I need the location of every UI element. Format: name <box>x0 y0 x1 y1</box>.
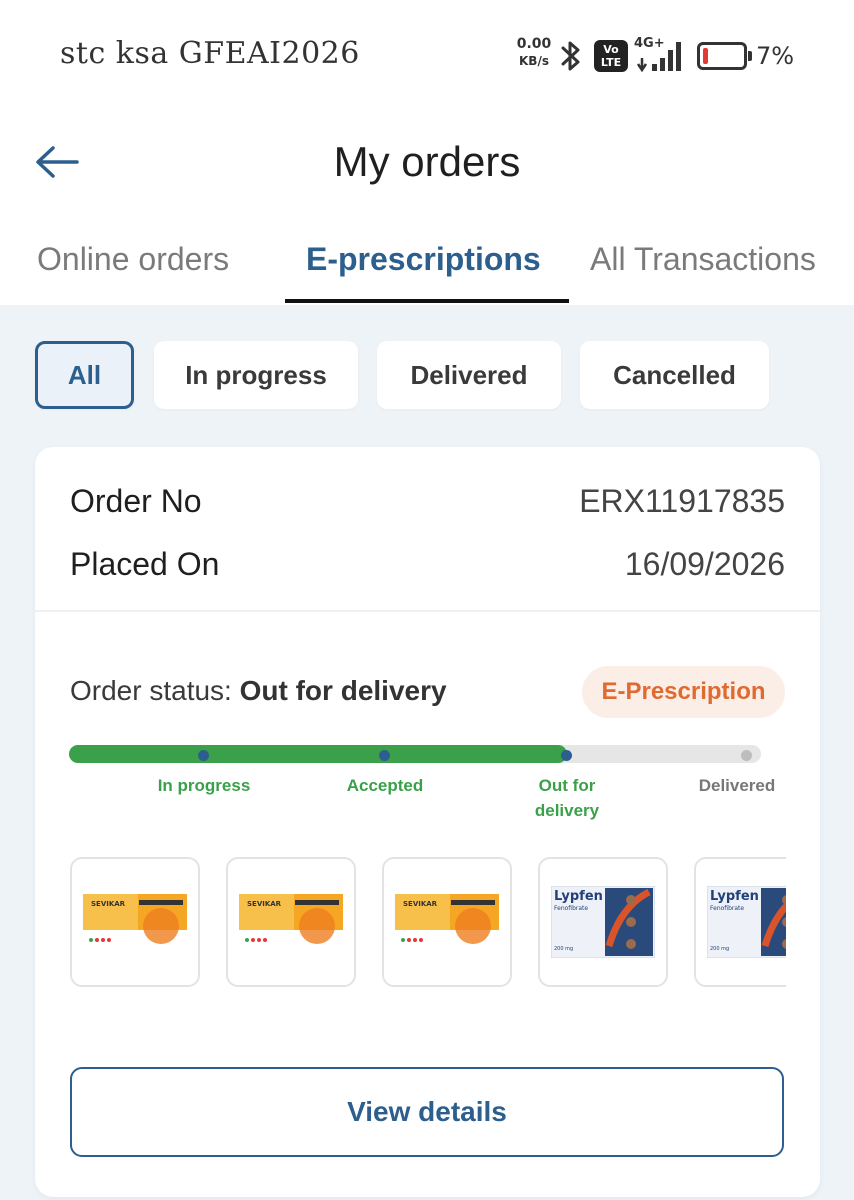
page-title: My orders <box>333 138 521 185</box>
step-label-accepted: Accepted <box>346 776 424 795</box>
svg-text:Fenofibrate: Fenofibrate <box>710 905 744 912</box>
volte-icon: Vo LTE <box>594 40 628 72</box>
view-details-button[interactable]: View details <box>70 1067 784 1157</box>
active-tab-indicator <box>285 299 569 303</box>
order-card: Order No ERX11917835 Placed On 16/09/202… <box>35 447 820 1197</box>
progress-dot-delivered <box>741 750 752 761</box>
product-thumbnail[interactable]: Lypfen Fenofibrate 200 mg <box>538 857 668 987</box>
svg-text:SEVIKAR: SEVIKAR <box>247 900 282 908</box>
product-thumbnail[interactable]: SEVIKAR <box>70 857 200 987</box>
status-bar: stc ksa GFEAI2026 0.00 KB/s Vo LTE 4G+ 7… <box>0 0 854 106</box>
progress-dot-accepted <box>379 750 390 761</box>
order-no-label: Order No <box>70 483 202 519</box>
svg-text:200 mg: 200 mg <box>554 946 573 952</box>
filter-delivered[interactable]: Delivered <box>377 341 561 409</box>
battery-percent: 7% <box>756 42 795 70</box>
carrier-name: stc ksa GFEAI2026 <box>60 36 360 71</box>
network-speed-unit: KB/s <box>519 54 549 68</box>
lypfen-box-image: Lypfen Fenofibrate 200 mg <box>551 886 655 958</box>
e-prescription-badge: E-Prescription <box>582 666 785 718</box>
svg-text:Fenofibrate: Fenofibrate <box>554 905 588 912</box>
filter-all[interactable]: All <box>35 341 134 409</box>
svg-text:200 mg: 200 mg <box>710 946 729 952</box>
step-label-delivered: Delivered <box>698 776 776 795</box>
sevikar-box-image: SEVIKAR <box>83 894 187 950</box>
svg-text:Lypfen: Lypfen <box>554 889 603 904</box>
product-thumbnail[interactable]: Lypfen Fenofibrate 200 mg <box>694 857 786 987</box>
network-speed-value: 0.00 <box>516 36 552 52</box>
tab-all-transactions[interactable]: All Transactions <box>590 241 816 278</box>
product-thumbnail[interactable]: SEVIKAR <box>382 857 512 987</box>
placed-on-value: 16/09/2026 <box>624 546 785 582</box>
orders-content: All In progress Delivered Cancelled Orde… <box>0 305 854 1200</box>
battery-level-fill <box>703 48 708 64</box>
volte-bottom-text: LTE <box>600 56 622 69</box>
step-label-out-for-delivery: Out for delivery <box>534 776 600 820</box>
svg-text:SEVIKAR: SEVIKAR <box>91 900 126 908</box>
order-status-label: Order status: <box>70 675 240 706</box>
placed-on-label: Placed On <box>70 546 220 582</box>
filter-in-progress[interactable]: In progress <box>154 341 358 409</box>
product-thumbnail[interactable]: SEVIKAR <box>226 857 356 987</box>
sevikar-box-image: SEVIKAR <box>239 894 343 950</box>
product-thumbnails: SEVIKAR SEVIKAR SEVIKAR Lypfen Fenofibra… <box>70 857 786 989</box>
order-status-value: Out for delivery <box>239 675 447 706</box>
tab-online-orders[interactable]: Online orders <box>37 241 229 278</box>
tab-e-prescriptions[interactable]: E-prescriptions <box>306 241 541 278</box>
progress-dot-out-for-delivery <box>561 750 572 761</box>
progress-dot-in-progress <box>198 750 209 761</box>
order-no-value: ERX11917835 <box>579 483 785 519</box>
network-speed: 0.00 KB/s <box>514 36 554 70</box>
sevikar-box-image: SEVIKAR <box>395 894 499 950</box>
progress-fill <box>69 745 568 763</box>
lypfen-box-image: Lypfen Fenofibrate 200 mg <box>707 886 786 958</box>
step-label-in-progress: In progress <box>157 776 251 795</box>
filter-cancelled[interactable]: Cancelled <box>580 341 769 409</box>
progress-track <box>69 745 761 763</box>
svg-text:SEVIKAR: SEVIKAR <box>403 900 438 908</box>
volte-top-text: Vo <box>603 43 619 56</box>
battery-icon <box>697 42 752 70</box>
card-divider <box>35 610 820 612</box>
order-status: Order status: Out for delivery <box>70 675 447 707</box>
bluetooth-icon <box>561 41 580 71</box>
tab-bar: Online orders E-prescriptions All Transa… <box>0 225 854 305</box>
svg-text:Lypfen: Lypfen <box>710 889 759 904</box>
